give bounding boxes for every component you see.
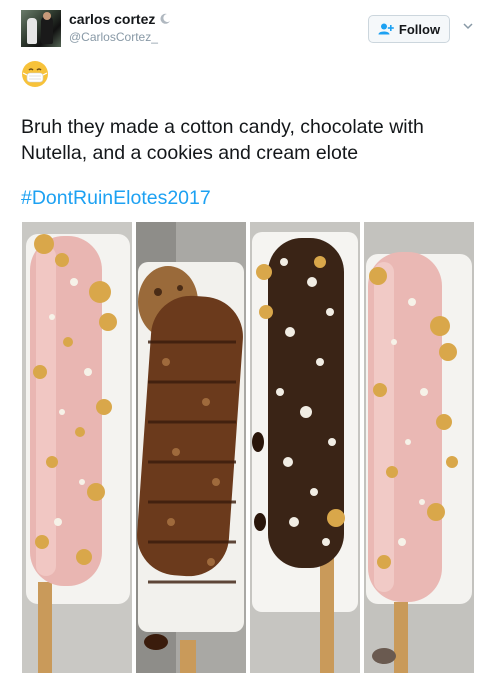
chevron-down-icon[interactable]	[462, 20, 474, 32]
tweet-header: carlos cortez @CarlosCortez_ Follow	[0, 0, 500, 58]
chocolate-nutella-elote-image	[250, 222, 360, 673]
crescent-moon-icon	[160, 13, 171, 24]
follow-button[interactable]: Follow	[368, 15, 450, 43]
cotton-candy-elote-image-2	[364, 222, 474, 673]
tweet-photo-1[interactable]	[22, 222, 132, 673]
tweet-photo-4[interactable]	[364, 222, 474, 673]
name-row: carlos cortez	[69, 11, 171, 27]
tweet-photo-2[interactable]	[136, 222, 246, 673]
face-with-medical-mask-emoji	[22, 61, 48, 87]
avatar[interactable]	[21, 10, 61, 47]
tweet-text: Bruh they made a cotton candy, chocolate…	[21, 116, 424, 164]
user-handle[interactable]: @CarlosCortez_	[69, 30, 158, 44]
cookie-elote-image	[136, 222, 246, 673]
hashtag-link[interactable]: #DontRuinElotes2017	[21, 187, 211, 210]
tweet-photo-3[interactable]	[250, 222, 360, 673]
cotton-candy-elote-image	[22, 222, 132, 673]
add-user-icon	[378, 23, 394, 35]
display-name[interactable]: carlos cortez	[69, 11, 155, 27]
follow-label: Follow	[398, 21, 441, 37]
